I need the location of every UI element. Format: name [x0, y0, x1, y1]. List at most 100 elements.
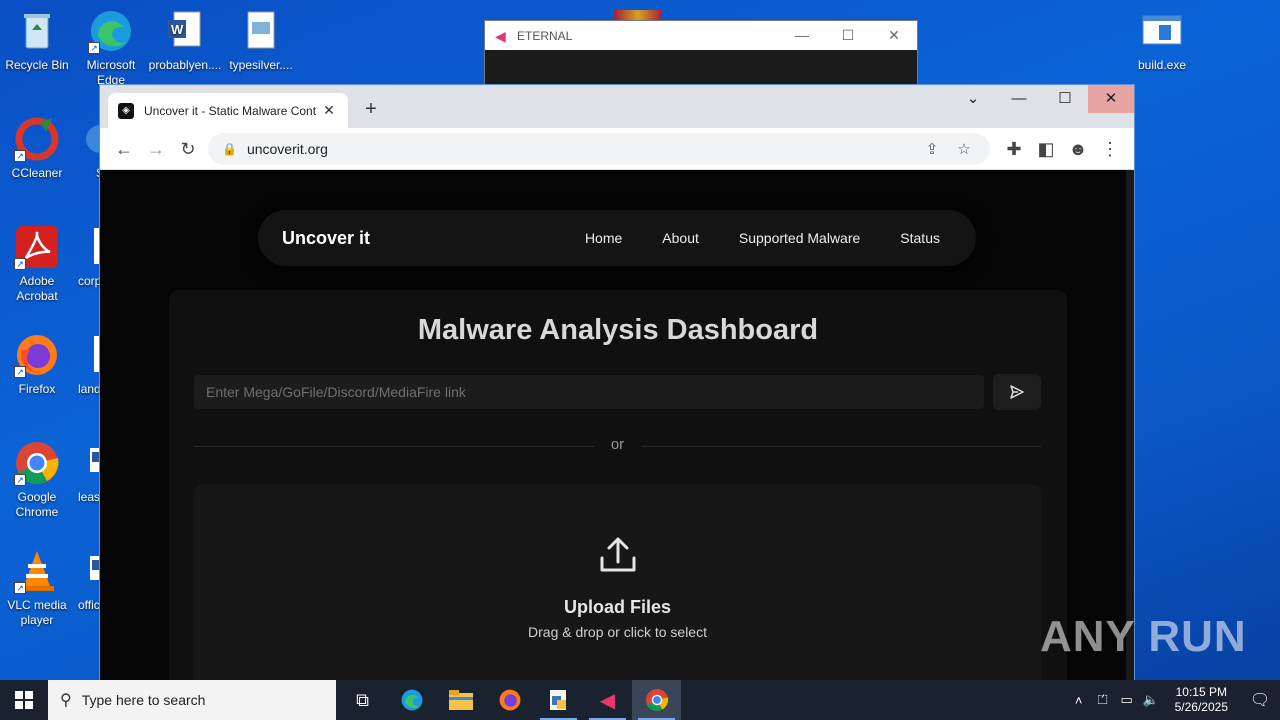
minimize-button[interactable]: —: [996, 85, 1042, 113]
folder-icon: [448, 690, 473, 710]
clock-date: 5/26/2025: [1174, 700, 1228, 714]
submit-link-button[interactable]: [993, 374, 1041, 410]
new-tab-button[interactable]: +: [358, 97, 384, 123]
start-button[interactable]: [0, 680, 48, 720]
link-input[interactable]: [194, 375, 984, 409]
eternal-title: ETERNAL: [517, 28, 573, 43]
desktop-icon-recycle-bin[interactable]: Recycle Bin: [0, 8, 74, 73]
close-button[interactable]: ✕: [1088, 85, 1134, 113]
eternal-logo-icon: ◀: [495, 27, 506, 44]
share-icon[interactable]: ⇪: [916, 140, 948, 158]
edge-icon: ↗: [88, 8, 134, 54]
taskbar-python-idle[interactable]: [534, 680, 583, 720]
browser-toolbar: ← → ↻ 🔒 uncoverit.org ⇪ ☆ ✚ ◧ ☻ ⋮: [100, 128, 1134, 170]
tab-close-icon[interactable]: ✕: [320, 102, 338, 119]
network-icon[interactable]: ▭: [1115, 692, 1139, 708]
eternal-logo-icon: ◀: [599, 689, 616, 712]
desktop-icon-word-doc[interactable]: W probablyen....: [148, 8, 222, 73]
desktop-icon-label: Firefox: [18, 382, 56, 396]
maximize-button[interactable]: ☐: [1042, 85, 1088, 113]
menu-kebab-icon[interactable]: ⋮: [1094, 133, 1126, 165]
desktop-icon-edge[interactable]: ↗ Microsoft Edge: [74, 8, 148, 88]
taskbar-edge[interactable]: [387, 680, 436, 720]
volume-icon[interactable]: 🔈: [1139, 692, 1163, 708]
eternal-window[interactable]: ◀ ETERNAL — ☐ ✕: [484, 20, 918, 90]
word-document-icon: W: [162, 8, 208, 54]
page-scrollbar[interactable]: [1126, 170, 1134, 683]
taskbar-clock[interactable]: 10:15 PM 5/26/2025: [1163, 685, 1240, 715]
desktop-icon-partial-s[interactable]: S: [74, 116, 100, 181]
edge-icon: [401, 689, 422, 711]
windows-logo-icon: [15, 691, 33, 709]
desktop-icon-adobe-acrobat[interactable]: ↗ Adobe Acrobat: [0, 224, 74, 304]
show-hidden-icons-chevron-icon[interactable]: ˄: [1067, 693, 1091, 708]
ccleaner-icon: ↗: [14, 116, 60, 162]
adobe-acrobat-icon: ↗: [14, 224, 60, 270]
python-file-icon: [549, 690, 566, 710]
document-icon: [74, 332, 100, 378]
side-panel-icon[interactable]: ◧: [1030, 133, 1062, 165]
browser-tab[interactable]: ◈ Uncover it - Static Malware Cont ✕: [108, 93, 348, 128]
desktop-icon-image-file[interactable]: typesilver....: [224, 8, 298, 73]
nav-link-status[interactable]: Status: [900, 230, 940, 246]
address-bar[interactable]: 🔒 uncoverit.org ⇪ ☆: [208, 132, 990, 165]
close-button[interactable]: ✕: [871, 27, 917, 44]
back-arrow-icon[interactable]: ←: [108, 133, 140, 165]
desktop-icon-label: CCleaner: [11, 166, 63, 180]
usb-device-icon[interactable]: ⏍: [1091, 692, 1115, 708]
notification-center-icon[interactable]: 🗨: [1240, 690, 1280, 710]
chrome-icon: ↗: [14, 440, 60, 486]
task-view-button[interactable]: ⧉: [338, 680, 387, 720]
site-navbar: Uncover it Home About Supported Malware …: [258, 210, 976, 266]
anyrun-watermark: ANY RUN: [1040, 612, 1247, 661]
tab-title: Uncover it - Static Malware Cont: [144, 103, 317, 118]
desktop-icon-label: offic: [78, 598, 100, 612]
reload-icon[interactable]: ↻: [172, 133, 204, 165]
shortcut-arrow-icon: ↗: [14, 582, 26, 594]
maximize-button[interactable]: ☐: [825, 27, 871, 44]
tab-search-chevron-icon[interactable]: ⌄: [950, 85, 996, 113]
lock-icon: 🔒: [222, 141, 237, 156]
bookmark-star-icon[interactable]: ☆: [948, 140, 980, 158]
eternal-titlebar[interactable]: ◀ ETERNAL — ☐ ✕: [485, 21, 917, 50]
profile-avatar-icon[interactable]: ☻: [1062, 133, 1094, 165]
desktop-icon-partial-corp[interactable]: corp: [74, 224, 100, 289]
minimize-button[interactable]: —: [779, 27, 825, 44]
nav-link-home[interactable]: Home: [585, 230, 622, 246]
desktop-icon-ccleaner[interactable]: ↗ CCleaner: [0, 116, 74, 181]
site-brand[interactable]: Uncover it: [282, 228, 370, 249]
taskbar-firefox[interactable]: [485, 680, 534, 720]
upload-title: Upload Files: [563, 597, 671, 617]
taskbar-file-explorer[interactable]: [436, 680, 485, 720]
taskbar-search[interactable]: ⚲ Type here to search: [48, 680, 336, 720]
desktop-icon-partial-offic[interactable]: offic: [74, 548, 100, 613]
vlc-cone-icon: ↗: [14, 548, 60, 594]
file-dropzone[interactable]: Upload Files Drag & drop or click to sel…: [194, 484, 1041, 683]
taskbar-eternal[interactable]: ◀: [583, 680, 632, 720]
svg-text:W: W: [171, 22, 184, 37]
desktop-icon-label: Recycle Bin: [5, 58, 69, 72]
forward-arrow-icon[interactable]: →: [140, 133, 172, 165]
page-title: Malware Analysis Dashboard: [417, 314, 819, 346]
desktop-icon-label: build.exe: [1137, 58, 1187, 72]
or-divider: or: [194, 436, 1041, 456]
nav-link-about[interactable]: About: [662, 230, 699, 246]
desktop-icon-partial-least[interactable]: least: [74, 440, 100, 505]
desktop-icon-partial-land[interactable]: land: [74, 332, 100, 397]
taskbar-chrome[interactable]: [632, 680, 681, 720]
desktop-icon-google-chrome[interactable]: ↗ Google Chrome: [0, 440, 74, 520]
desktop-icon-firefox[interactable]: ↗ Firefox: [0, 332, 74, 397]
taskbar: ⚲ Type here to search ⧉ ◀ ˄ ⏍ ▭ 🔈 10:15 …: [0, 680, 1280, 720]
desktop-icon-label: Adobe Acrobat: [16, 274, 58, 303]
document-icon: [74, 224, 100, 270]
or-text: or: [610, 436, 625, 453]
shortcut-arrow-icon: ↗: [14, 474, 26, 486]
desktop-icon-build-exe[interactable]: build.exe: [1125, 8, 1199, 73]
upload-subtitle: Drag & drop or click to select: [528, 624, 707, 640]
url-text[interactable]: uncoverit.org: [247, 141, 916, 157]
dashboard-card: Malware Analysis Dashboard or Upload Fil…: [169, 290, 1067, 683]
nav-link-supported-malware[interactable]: Supported Malware: [739, 230, 860, 246]
desktop-icon-label: least: [78, 490, 100, 504]
extensions-puzzle-icon[interactable]: ✚: [998, 133, 1030, 165]
desktop-icon-vlc[interactable]: ↗ VLC media player: [0, 548, 74, 628]
